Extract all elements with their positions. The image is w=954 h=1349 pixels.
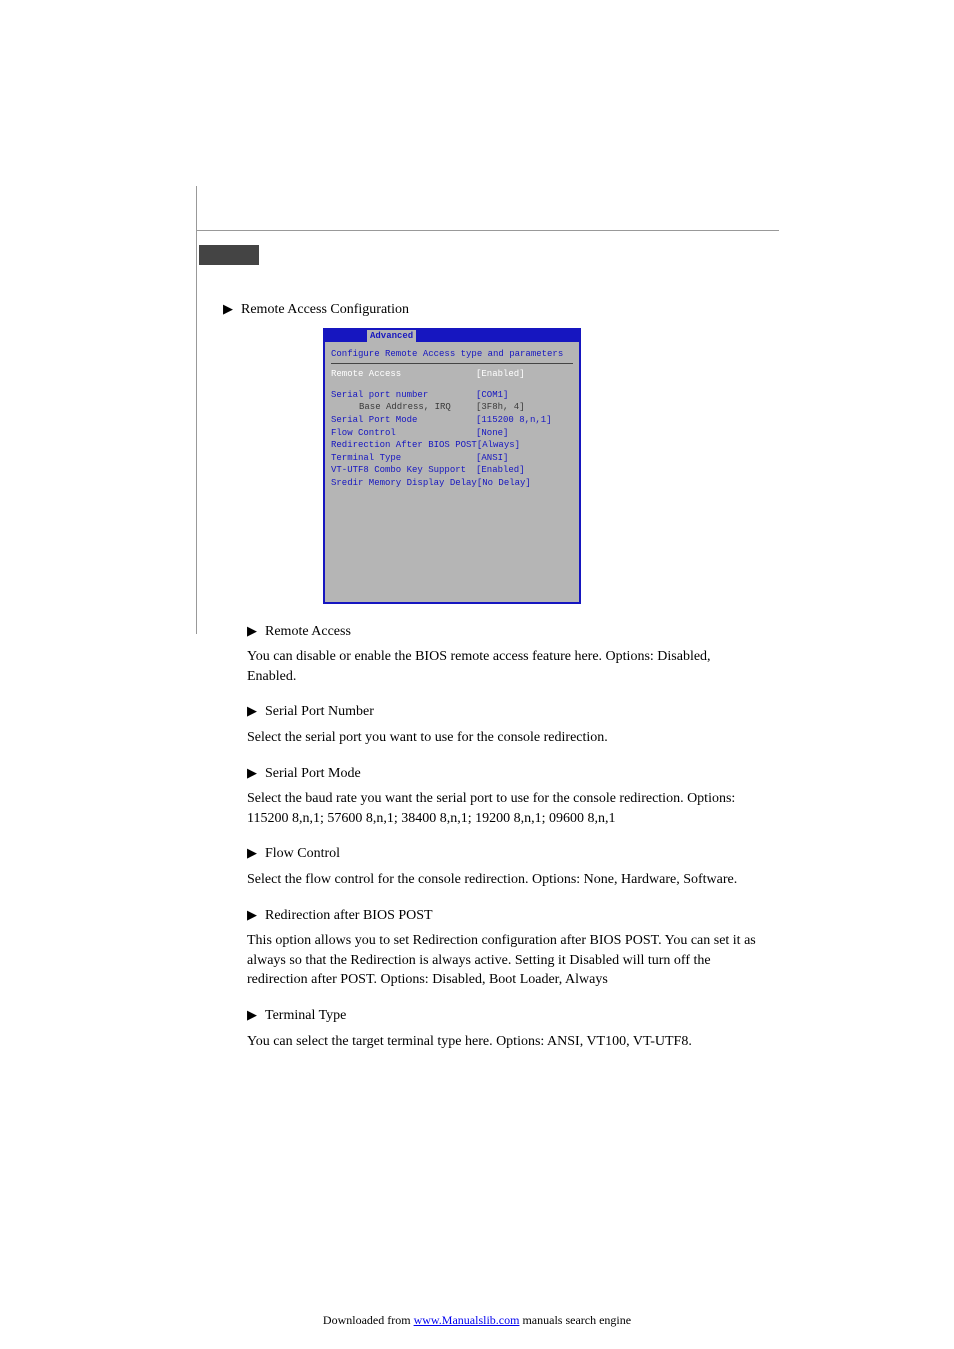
section: ▶ Redirection after BIOS POST This option … <box>247 906 763 990</box>
section-heading: ▶ Remote Access <box>247 622 763 642</box>
bios-row-value: [COM1] <box>476 389 508 402</box>
arrow-icon: ▶ <box>247 764 257 782</box>
bios-row: Redirection After BIOS POST[Always] <box>331 439 573 452</box>
bios-row-value: [115200 8,n,1] <box>476 414 552 427</box>
bios-row-value: [ANSI] <box>476 452 508 465</box>
heading-text: Remote Access Configuration <box>241 300 409 320</box>
arrow-icon: ▶ <box>247 622 257 640</box>
section-title: Flow Control <box>265 844 340 864</box>
bios-body: Configure Remote Access type and paramet… <box>325 342 579 602</box>
arrow-icon: ▶ <box>247 702 257 720</box>
section-body: Select the baud rate you want the serial… <box>247 789 763 828</box>
arrow-icon: ▶ <box>223 300 233 318</box>
vertical-rule <box>196 186 197 634</box>
bios-row: Sredir Memory Display Delay[No Delay] <box>331 477 573 490</box>
horizontal-rule <box>196 230 779 231</box>
bios-separator <box>331 363 573 364</box>
bios-row-label: Redirection After BIOS POST <box>331 439 477 452</box>
arrow-icon: ▶ <box>247 906 257 924</box>
bios-heading: Configure Remote Access type and paramet… <box>331 348 573 361</box>
footer-text: Downloaded from <box>323 1313 414 1327</box>
section-body: You can select the target terminal type … <box>247 1032 763 1052</box>
content: ▶ Remote Access Configuration Advanced C… <box>223 300 763 1067</box>
section-body: Select the serial port you want to use f… <box>247 728 763 748</box>
section-heading: ▶ Redirection after BIOS POST <box>247 906 763 926</box>
section-body: You can disable or enable the BIOS remot… <box>247 647 763 686</box>
bios-row-value: [No Delay] <box>477 477 531 490</box>
bios-screenshot: Advanced Configure Remote Access type an… <box>323 328 581 604</box>
section-heading: ▶ Terminal Type <box>247 1006 763 1026</box>
bios-row-label: Serial port number <box>331 389 476 402</box>
bios-row: VT-UTF8 Combo Key Support[Enabled] <box>331 464 573 477</box>
bios-row-value: [None] <box>476 427 508 440</box>
bios-row-label: Serial Port Mode <box>331 414 476 427</box>
bios-row-label: VT-UTF8 Combo Key Support <box>331 464 476 477</box>
dark-block <box>199 245 259 265</box>
section-heading: ▶ Flow Control <box>247 844 763 864</box>
bios-tabstrip: Advanced <box>325 330 579 342</box>
page: ▶ Remote Access Configuration Advanced C… <box>0 0 954 1349</box>
section-title: Serial Port Mode <box>265 764 361 784</box>
page-footer: Downloaded from www.Manualslib.com manua… <box>0 1312 954 1329</box>
bios-row-value: [Always] <box>477 439 520 452</box>
section-body: Select the flow control for the console … <box>247 870 763 890</box>
section-title: Serial Port Number <box>265 702 374 722</box>
section-title: Remote Access <box>265 622 351 642</box>
bios-row: Terminal Type[ANSI] <box>331 452 573 465</box>
section: ▶ Terminal Type You can select the target … <box>247 1006 763 1051</box>
bios-row-label: Remote Access <box>331 368 476 381</box>
section-body: This option allows you to set Redirectio… <box>247 931 763 990</box>
bios-row-label: Terminal Type <box>331 452 476 465</box>
section: ▶ Remote Access You can disable or enable … <box>247 622 763 687</box>
footer-trail: manuals search engine <box>519 1313 631 1327</box>
bios-rows: Remote Access[Enabled]Serial port number… <box>331 368 573 489</box>
bios-row: Base Address, IRQ[3F8h, 4] <box>331 401 573 414</box>
section-heading: ▶ Serial Port Mode <box>247 764 763 784</box>
bios-row-label: Sredir Memory Display Delay <box>331 477 477 490</box>
section-title: Redirection after BIOS POST <box>265 906 433 926</box>
bios-row-value: [3F8h, 4] <box>476 401 525 414</box>
section-title: Terminal Type <box>265 1006 346 1026</box>
bios-row-value: [Enabled] <box>476 464 525 477</box>
section: ▶ Serial Port Number Select the serial por… <box>247 702 763 747</box>
bios-row: Remote Access[Enabled] <box>331 368 573 381</box>
bios-row-label: Flow Control <box>331 427 476 440</box>
bios-window: Advanced Configure Remote Access type an… <box>323 328 581 604</box>
bios-row-value: [Enabled] <box>476 368 525 381</box>
bios-spacer <box>331 381 573 389</box>
section-heading-remote-access-configuration: ▶ Remote Access Configuration <box>223 300 763 320</box>
section: ▶ Flow Control Select the flow control for… <box>247 844 763 889</box>
arrow-icon: ▶ <box>247 1006 257 1024</box>
section-heading: ▶ Serial Port Number <box>247 702 763 722</box>
bios-row-label: Base Address, IRQ <box>359 401 476 414</box>
section: ▶ Serial Port Mode Select the baud rate yo… <box>247 764 763 829</box>
body-sections: ▶ Remote Access You can disable or enable … <box>223 622 763 1052</box>
arrow-icon: ▶ <box>247 844 257 862</box>
bios-row: Serial port number[COM1] <box>331 389 573 402</box>
footer-link[interactable]: www.Manualslib.com <box>414 1313 520 1327</box>
top-hr-wrap <box>196 230 779 231</box>
bios-row: Serial Port Mode[115200 8,n,1] <box>331 414 573 427</box>
bios-row: Flow Control[None] <box>331 427 573 440</box>
bios-tab-advanced: Advanced <box>367 330 416 342</box>
